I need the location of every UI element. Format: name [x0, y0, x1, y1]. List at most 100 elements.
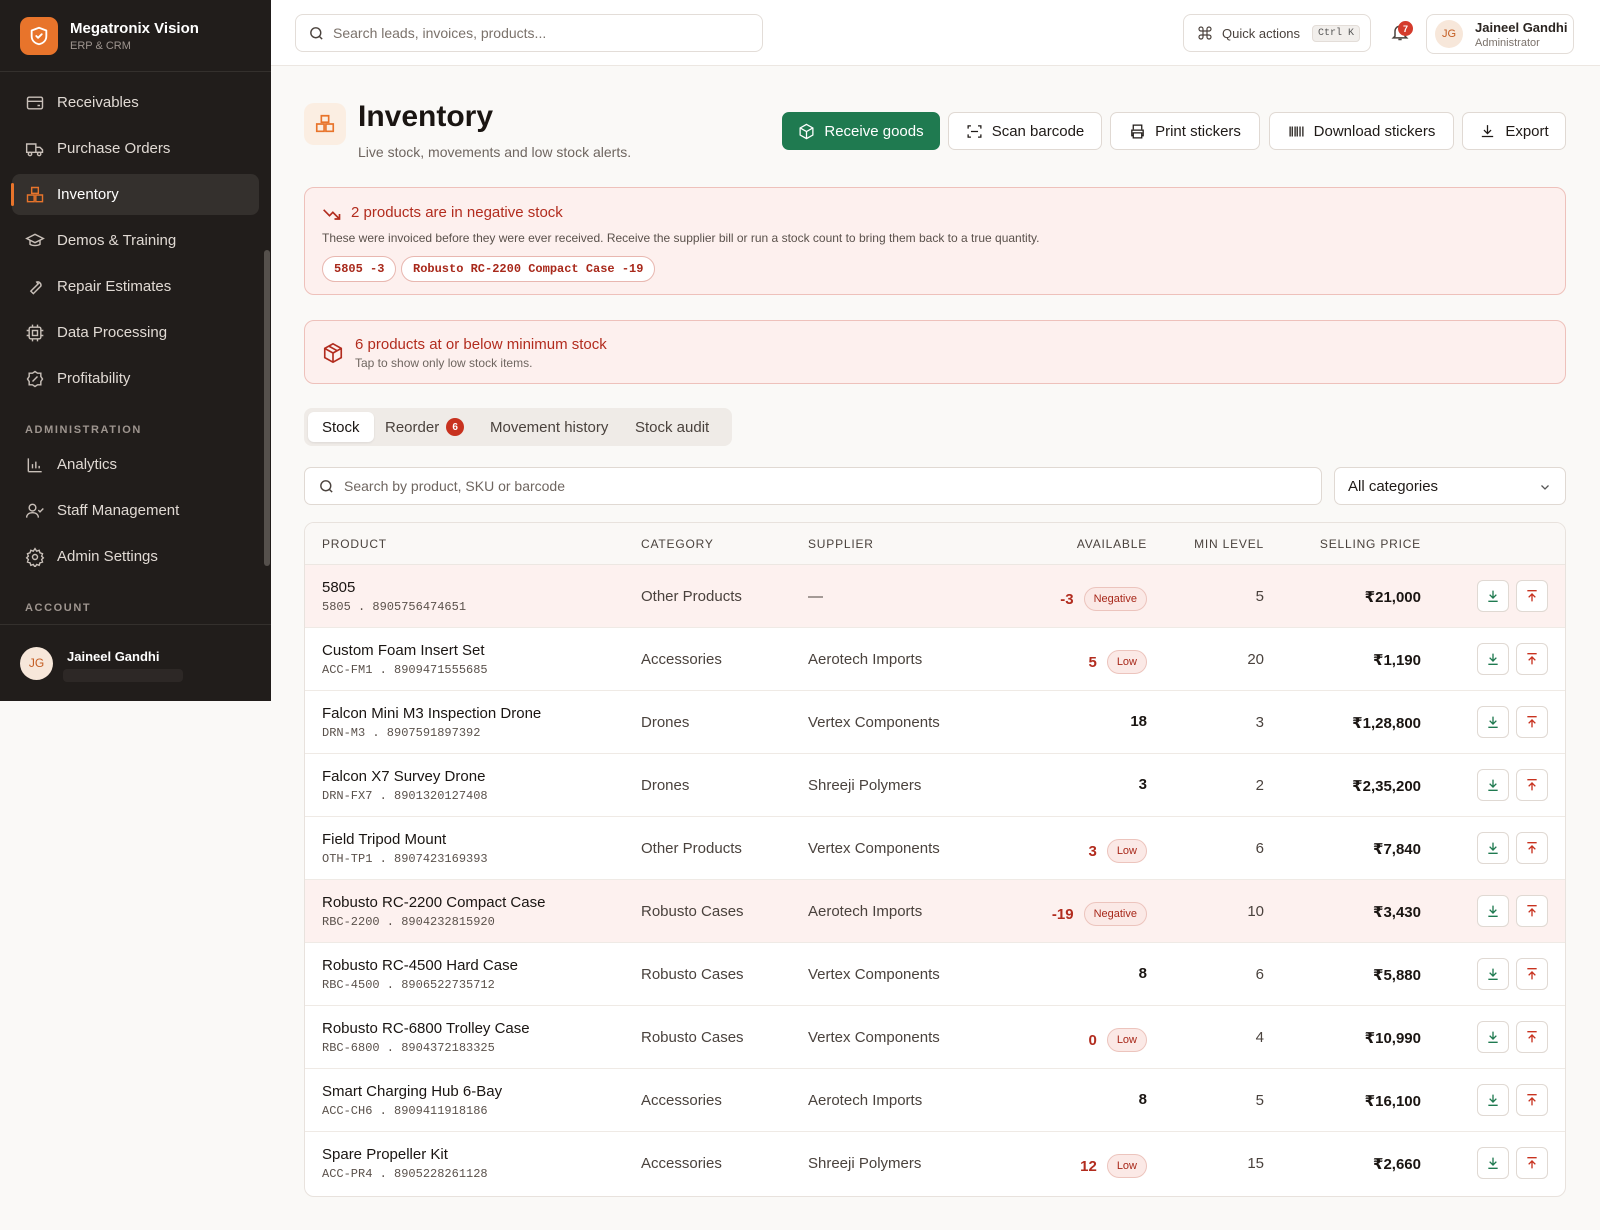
stock-in-button[interactable]: [1477, 706, 1509, 738]
avatar: JG: [1435, 20, 1463, 48]
sidebar-item-label: Profitability: [57, 370, 131, 387]
category-select[interactable]: All categories: [1334, 467, 1566, 505]
product-name[interactable]: Robusto RC-4500 Hard Case: [322, 957, 518, 974]
stock-out-button[interactable]: [1516, 1084, 1548, 1116]
stock-out-button[interactable]: [1516, 769, 1548, 801]
stock-status-badge: Low: [1106, 1154, 1147, 1178]
stock-in-button[interactable]: [1477, 895, 1509, 927]
table-row[interactable]: Robusto RC-6800 Trolley Case RBC-6800 . …: [305, 1006, 1565, 1069]
arrow-down-to-line-icon: [1485, 1029, 1501, 1045]
table-row[interactable]: Custom Foam Insert Set ACC-FM1 . 8909471…: [305, 628, 1565, 691]
brand-subtitle: ERP & CRM: [70, 39, 131, 52]
stock-search-input[interactable]: [344, 478, 1244, 494]
chevron-down-icon: [1539, 481, 1551, 493]
stock-search[interactable]: [304, 467, 1322, 505]
tab-reorder[interactable]: Reorder 6: [371, 412, 478, 442]
gear-icon: [25, 546, 45, 567]
table-row[interactable]: Spare Propeller Kit ACC-PR4 . 8905228261…: [305, 1132, 1565, 1195]
negative-product-chip[interactable]: 5805 -3: [322, 256, 397, 282]
sidebar-scrollbar[interactable]: [264, 250, 270, 566]
package-icon: [322, 342, 344, 364]
stock-out-button[interactable]: [1516, 832, 1548, 864]
sidebar-item-label: Analytics: [57, 456, 118, 473]
sidebar-item-data-processing[interactable]: Data Processing: [12, 312, 259, 353]
stock-in-button[interactable]: [1477, 1084, 1509, 1116]
table-row[interactable]: Robusto RC-4500 Hard Case RBC-4500 . 890…: [305, 943, 1565, 1006]
account-profile[interactable]: JG Jaineel Gandhi: [0, 624, 271, 701]
shortcut-hint: Ctrl K: [1312, 24, 1361, 42]
tab-stock-audit[interactable]: Stock audit: [621, 412, 723, 442]
scan-barcode-button[interactable]: Scan barcode: [948, 112, 1102, 150]
product-name[interactable]: 5805: [322, 579, 355, 596]
arrow-down-to-line-icon: [1485, 777, 1501, 793]
product-name[interactable]: Falcon Mini M3 Inspection Drone: [322, 705, 541, 722]
sidebar-item-staff-management[interactable]: Staff Management: [12, 490, 259, 531]
table-row[interactable]: 5805 5805 . 8905756474651 Other Products…: [305, 565, 1565, 628]
product-name[interactable]: Spare Propeller Kit: [322, 1146, 448, 1163]
stock-in-button[interactable]: [1477, 832, 1509, 864]
available-value: 12: [1080, 1157, 1097, 1175]
stock-out-button[interactable]: [1516, 706, 1548, 738]
column-header-available[interactable]: AVAILABLE: [1077, 537, 1147, 551]
table-row[interactable]: Falcon Mini M3 Inspection Drone DRN-M3 .…: [305, 691, 1565, 754]
product-name[interactable]: Smart Charging Hub 6-Bay: [322, 1083, 502, 1100]
product-name[interactable]: Field Tripod Mount: [322, 831, 446, 848]
table-row[interactable]: Field Tripod Mount OTH-TP1 . 89074231693…: [305, 817, 1565, 880]
sidebar-item-inventory[interactable]: Inventory: [11, 174, 259, 215]
print-stickers-button[interactable]: Print stickers: [1110, 112, 1260, 150]
stock-in-button[interactable]: [1477, 1021, 1509, 1053]
stock-out-button[interactable]: [1516, 1147, 1548, 1179]
available-quantity: 8: [1139, 1091, 1147, 1108]
negative-alert-description: These were invoiced before they were eve…: [322, 231, 1040, 245]
notification-badge: 7: [1398, 21, 1413, 36]
stock-in-button[interactable]: [1477, 580, 1509, 612]
table-row[interactable]: Smart Charging Hub 6-Bay ACC-CH6 . 89094…: [305, 1069, 1565, 1132]
stock-in-button[interactable]: [1477, 1147, 1509, 1179]
sidebar-item-demos-training[interactable]: Demos & Training: [12, 220, 259, 261]
product-sku: ACC-FM1 . 8909471555685: [322, 663, 488, 677]
product-name[interactable]: Custom Foam Insert Set: [322, 642, 485, 659]
table-row[interactable]: Falcon X7 Survey Drone DRN-FX7 . 8901320…: [305, 754, 1565, 817]
stock-out-button[interactable]: [1516, 580, 1548, 612]
table-header: PRODUCT CATEGORY SUPPLIER AVAILABLE MIN …: [305, 523, 1565, 565]
brand[interactable]: Megatronix Vision ERP & CRM: [0, 0, 271, 72]
tab-movement-history[interactable]: Movement history: [476, 412, 622, 442]
column-header-min-level[interactable]: MIN LEVEL: [1194, 537, 1264, 551]
sidebar-item-profitability[interactable]: Profitability: [12, 358, 259, 399]
sidebar-item-receivables[interactable]: Receivables: [12, 82, 259, 123]
tab-label: Reorder: [385, 418, 440, 436]
negative-product-chip[interactable]: Robusto RC-2200 Compact Case -19: [401, 256, 656, 282]
export-button[interactable]: Export: [1462, 112, 1566, 150]
boxes-icon: [25, 185, 45, 205]
sidebar-item-purchase-orders[interactable]: Purchase Orders: [12, 128, 259, 169]
column-header-product[interactable]: PRODUCT: [322, 537, 387, 551]
printer-icon: [1129, 123, 1146, 140]
product-category: Drones: [641, 777, 690, 794]
stock-out-button[interactable]: [1516, 1021, 1548, 1053]
sidebar-item-repair-estimates[interactable]: Repair Estimates: [12, 266, 259, 307]
global-search[interactable]: [295, 14, 763, 52]
tab-stock[interactable]: Stock: [308, 412, 374, 442]
sidebar-item-admin-settings[interactable]: Admin Settings: [12, 536, 259, 577]
stock-out-button[interactable]: [1516, 895, 1548, 927]
low-stock-alert[interactable]: 6 products at or below minimum stock Tap…: [304, 320, 1566, 384]
table-row[interactable]: Robusto RC-2200 Compact Case RBC-2200 . …: [305, 880, 1565, 943]
product-name[interactable]: Robusto RC-2200 Compact Case: [322, 894, 545, 911]
column-header-supplier[interactable]: SUPPLIER: [808, 537, 874, 551]
stock-out-button[interactable]: [1516, 958, 1548, 990]
stock-in-button[interactable]: [1477, 769, 1509, 801]
column-header-category[interactable]: CATEGORY: [641, 537, 714, 551]
quick-actions-button[interactable]: Quick actions Ctrl K: [1183, 14, 1371, 52]
stock-out-button[interactable]: [1516, 643, 1548, 675]
global-search-input[interactable]: [333, 25, 733, 41]
column-header-selling-price[interactable]: SELLING PRICE: [1320, 537, 1421, 551]
stock-in-button[interactable]: [1477, 958, 1509, 990]
user-menu[interactable]: JG Jaineel Gandhi Administrator: [1426, 14, 1574, 54]
stock-in-button[interactable]: [1477, 643, 1509, 675]
product-name[interactable]: Robusto RC-6800 Trolley Case: [322, 1020, 530, 1037]
selling-price: ₹16,100: [1364, 1093, 1421, 1110]
product-name[interactable]: Falcon X7 Survey Drone: [322, 768, 485, 785]
download-stickers-button[interactable]: Download stickers: [1269, 112, 1454, 150]
sidebar-item-analytics[interactable]: Analytics: [12, 444, 259, 485]
receive-goods-button[interactable]: Receive goods: [782, 112, 940, 150]
